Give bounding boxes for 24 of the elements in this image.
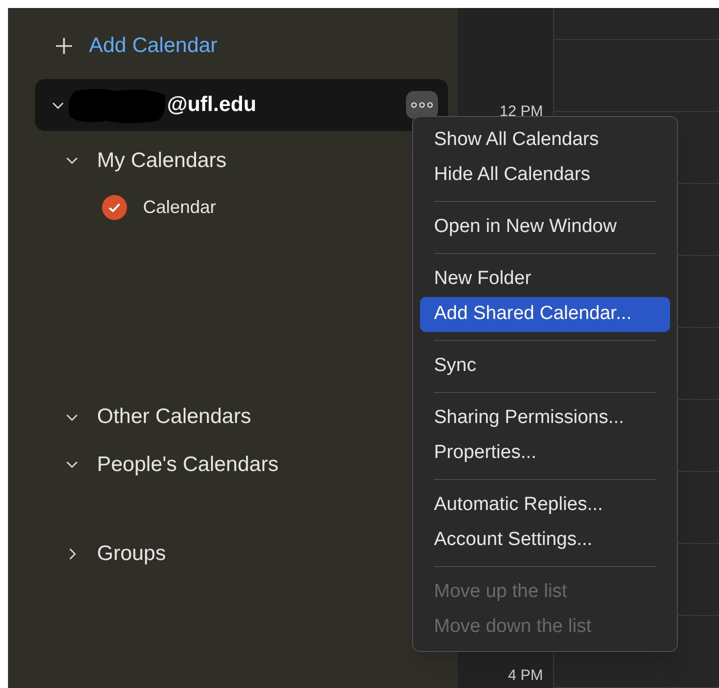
menu-item[interactable]: Sync bbox=[420, 349, 670, 384]
more-icon bbox=[411, 102, 433, 108]
plus-icon bbox=[55, 36, 73, 55]
more-button[interactable] bbox=[406, 90, 438, 118]
section-label[interactable]: People's Calendars bbox=[97, 448, 278, 480]
calendar-checkbox[interactable] bbox=[102, 195, 127, 220]
section-label[interactable]: Other Calendars bbox=[97, 401, 252, 432]
add-calendar-button[interactable]: Add Calendar bbox=[35, 30, 218, 62]
account-email: @ufl.edu bbox=[167, 92, 256, 118]
menu-item[interactable]: New Folder bbox=[420, 262, 670, 297]
menu-item[interactable]: Add Shared Calendar... bbox=[420, 297, 670, 332]
check-icon bbox=[108, 202, 121, 213]
menu-item[interactable]: Hide All Calendars bbox=[420, 158, 670, 193]
section-label[interactable]: My Calendars bbox=[97, 144, 227, 176]
menu-item[interactable]: Automatic Replies... bbox=[420, 488, 670, 523]
section-label[interactable]: Groups bbox=[97, 538, 166, 570]
menu-item[interactable]: Sharing Permissions... bbox=[420, 401, 670, 436]
time-label: 12 PM bbox=[500, 102, 543, 122]
calendar-name[interactable]: Calendar bbox=[143, 194, 216, 221]
account-row[interactable]: @ufl.edu bbox=[35, 78, 448, 130]
menu-item[interactable]: Account Settings... bbox=[420, 523, 670, 558]
menu-item[interactable]: Properties... bbox=[420, 436, 670, 471]
menu-item[interactable]: Open in New Window bbox=[420, 210, 670, 245]
time-label: 4 PM bbox=[508, 666, 543, 686]
